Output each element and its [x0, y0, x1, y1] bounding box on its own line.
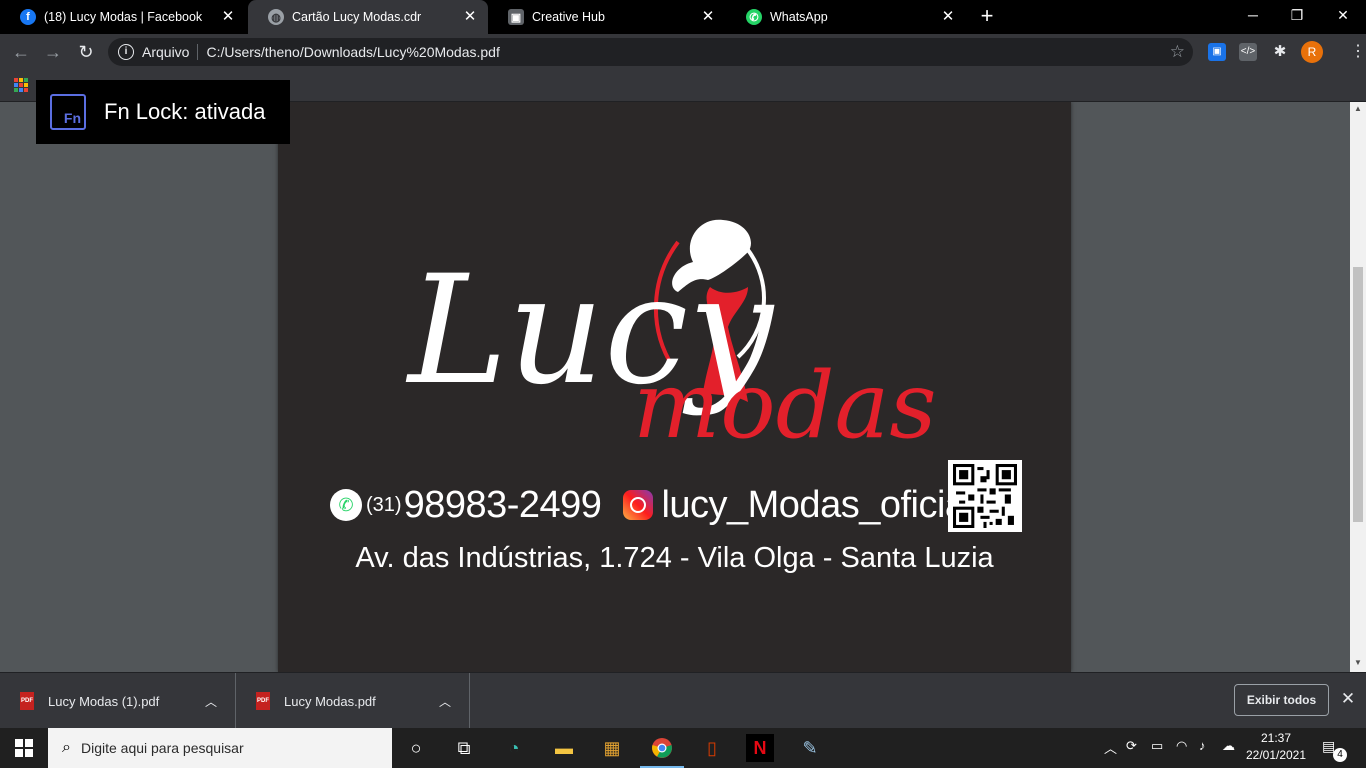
download-filename: Lucy Modas.pdf [284, 693, 376, 709]
notification-count: 4 [1333, 748, 1347, 762]
onedrive-icon[interactable]: ☁ [1222, 738, 1235, 754]
paint-icon[interactable]: ✎ [796, 734, 824, 762]
tab-label: WhatsApp [770, 10, 828, 24]
chevron-up-icon[interactable]: ︿ [205, 693, 217, 710]
phone-number: 98983-2499 [403, 483, 602, 526]
fn-lock-notification: Fn Fn Lock: ativada [36, 80, 290, 144]
minimize-button[interactable]: ─ [1238, 4, 1268, 26]
cortana-icon[interactable]: ○ [402, 734, 430, 762]
new-tab-button[interactable]: + [976, 5, 998, 27]
tab-cartao[interactable]: ◍ Cartão Lucy Modas.cdr ✕ [248, 0, 488, 34]
tab-label: (18) Lucy Modas | Facebook [44, 10, 203, 24]
info-icon[interactable]: i [118, 44, 134, 60]
whatsapp-icon: ✆ [746, 9, 762, 25]
extension-translate-icon[interactable]: ▣ [1208, 43, 1226, 61]
lucy-modas-logo: Lucy modas [405, 219, 937, 459]
creative-hub-icon: ▣ [508, 9, 524, 25]
scrollbar-thumb[interactable] [1353, 267, 1363, 522]
forward-button[interactable]: → [42, 41, 64, 63]
contact-row: ✆ (31) 98983-2499 lucy_Modas_oficial [330, 480, 1030, 530]
address-scheme: Arquivo [142, 44, 190, 60]
fn-key-icon: Fn [50, 94, 86, 130]
store-icon[interactable]: ▦ [598, 734, 626, 762]
download-filename: Lucy Modas (1).pdf [48, 693, 160, 709]
netflix-icon[interactable]: N [746, 734, 774, 762]
tray-chevron-icon[interactable]: ︿ [1104, 738, 1117, 757]
apps-grid-icon[interactable] [14, 78, 28, 92]
download-item[interactable]: PDF Lucy Modas (1).pdf ︿ [0, 673, 236, 729]
reload-button[interactable]: ↻ [75, 41, 97, 63]
close-icon[interactable]: ✕ [462, 9, 478, 25]
store-address: Av. das Indústrias, 1.724 - Vila Olga - … [355, 542, 994, 574]
back-button[interactable]: ← [10, 41, 32, 63]
search-icon: ⌕ [62, 739, 71, 756]
window-close-button[interactable]: ✕ [1328, 4, 1358, 26]
downloads-bar: PDF Lucy Modas (1).pdf ︿ PDF Lucy Modas.… [0, 672, 1366, 729]
windows-logo-icon [15, 739, 33, 757]
windows-taskbar: ⌕ Digite aqui para pesquisar ○ ⧉ ◔ ▬ ▦ ▯… [0, 728, 1366, 768]
show-all-downloads-button[interactable]: Exibir todos [1234, 684, 1329, 716]
download-item[interactable]: PDF Lucy Modas.pdf ︿ [236, 673, 470, 729]
extension-code-icon[interactable]: </> [1239, 43, 1257, 61]
clock-time: 21:37 [1260, 731, 1292, 745]
pdf-page: Lucy modas ✆ (31) 98983-2499 lucy_Modas_… [278, 102, 1071, 672]
tab-creative-hub[interactable]: ▣ Creative Hub ✕ [488, 0, 726, 34]
tab-strip: f (18) Lucy Modas | Facebook ✕ ◍ Cartão … [0, 0, 1366, 34]
system-clock[interactable]: 21:37 22/01/2021 [1244, 730, 1308, 764]
menu-kebab-icon[interactable]: ⋮ [1350, 42, 1366, 62]
file-explorer-icon[interactable]: ▬ [550, 734, 578, 762]
taskbar-search-box[interactable]: ⌕ Digite aqui para pesquisar [48, 728, 392, 768]
search-placeholder: Digite aqui para pesquisar [80, 740, 244, 756]
qr-code-image [953, 464, 1017, 528]
qr-code [948, 460, 1022, 532]
address-url: C:/Users/theno/Downloads/Lucy%20Modas.pd… [206, 44, 500, 60]
globe-icon: ◍ [268, 9, 284, 25]
close-icon[interactable]: ✕ [220, 9, 236, 25]
pdf-file-icon: PDF [20, 692, 34, 710]
logo-accent-text: modas [633, 352, 937, 459]
browser-toolbar: ← → ↻ i Arquivo C:/Users/theno/Downloads… [0, 34, 1366, 70]
close-icon[interactable]: ✕ [940, 9, 956, 25]
fn-lock-text: Fn Lock: ativada [104, 99, 266, 124]
tab-whatsapp[interactable]: ✆ WhatsApp ✕ [726, 0, 966, 34]
pdf-file-icon: PDF [256, 692, 270, 710]
area-code: (31) [366, 493, 402, 516]
close-downloads-icon[interactable]: ✕ [1338, 689, 1358, 709]
tab-label: Creative Hub [532, 10, 605, 24]
divider [197, 44, 199, 60]
address-bar[interactable]: i Arquivo C:/Users/theno/Downloads/Lucy%… [108, 38, 1193, 66]
action-center-icon[interactable]: ▤ 4 [1322, 738, 1347, 762]
instagram-handle: lucy_Modas_oficial [661, 483, 974, 526]
edge-icon[interactable]: ◔ [500, 734, 528, 762]
instagram-icon [623, 490, 654, 520]
task-view-icon[interactable]: ⧉ [450, 734, 478, 762]
sync-icon[interactable]: ⟳ [1126, 738, 1137, 754]
bookmark-star-icon[interactable]: ☆ [1170, 42, 1185, 62]
facebook-icon: f [20, 9, 36, 25]
scroll-up-icon[interactable]: ▲ [1353, 104, 1363, 113]
restore-button[interactable]: ❐ [1282, 4, 1312, 26]
wifi-icon[interactable]: ◠ [1176, 738, 1187, 754]
profile-avatar[interactable]: R [1301, 41, 1323, 63]
clock-date: 22/01/2021 [1245, 748, 1307, 762]
battery-icon[interactable]: ▭ [1151, 738, 1163, 754]
windows-start-button[interactable] [0, 728, 48, 768]
office-icon[interactable]: ▯ [698, 734, 726, 762]
close-icon[interactable]: ✕ [700, 9, 716, 25]
tab-facebook[interactable]: f (18) Lucy Modas | Facebook ✕ [0, 0, 246, 34]
whatsapp-icon: ✆ [330, 489, 362, 521]
chrome-icon[interactable] [640, 734, 684, 768]
scroll-down-icon[interactable]: ▼ [1353, 658, 1363, 667]
extensions-puzzle-icon[interactable]: ✱ [1271, 43, 1289, 61]
tab-label: Cartão Lucy Modas.cdr [292, 10, 422, 24]
pdf-scrollbar[interactable]: ▲ ▼ [1350, 102, 1366, 672]
volume-icon[interactable]: ♪ [1199, 738, 1206, 753]
chevron-up-icon[interactable]: ︿ [439, 693, 451, 710]
pdf-viewer: Lucy modas ✆ (31) 98983-2499 lucy_Modas_… [0, 102, 1350, 672]
